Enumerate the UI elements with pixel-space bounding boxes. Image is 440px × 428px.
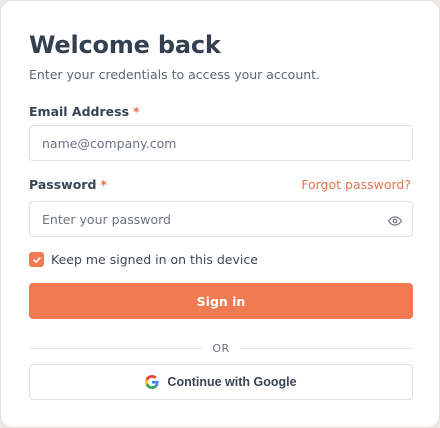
remember-me-label: Keep me signed in on this device [51, 252, 258, 267]
google-icon [145, 375, 159, 389]
divider-line [29, 347, 203, 349]
login-card: Welcome back Enter your credentials to a… [0, 0, 440, 428]
remember-me-checkbox[interactable] [29, 252, 44, 267]
required-mark: * [100, 177, 107, 192]
check-icon [32, 256, 41, 263]
password-field[interactable] [30, 202, 412, 236]
required-mark: * [133, 104, 140, 119]
forgot-password-link[interactable]: Forgot password? [301, 177, 411, 192]
sign-in-button[interactable]: Sign in [29, 283, 413, 319]
password-label: Password * [29, 177, 107, 192]
divider-line [239, 347, 413, 349]
or-divider: OR [29, 341, 413, 355]
email-label-text: Email Address [29, 104, 130, 119]
email-field-wrapper [29, 125, 413, 161]
google-signin-label: Continue with Google [167, 375, 297, 389]
google-signin-button[interactable]: Continue with Google [29, 364, 413, 400]
page-subtitle: Enter your credentials to access your ac… [29, 67, 321, 82]
page-title: Welcome back [29, 31, 221, 59]
password-field-wrapper [29, 201, 413, 237]
email-label: Email Address * [29, 104, 140, 119]
password-label-text: Password [29, 177, 97, 192]
divider-label: OR [212, 341, 230, 355]
eye-icon[interactable] [388, 213, 402, 227]
email-field[interactable] [30, 126, 412, 160]
remember-me-row[interactable]: Keep me signed in on this device [29, 252, 258, 267]
